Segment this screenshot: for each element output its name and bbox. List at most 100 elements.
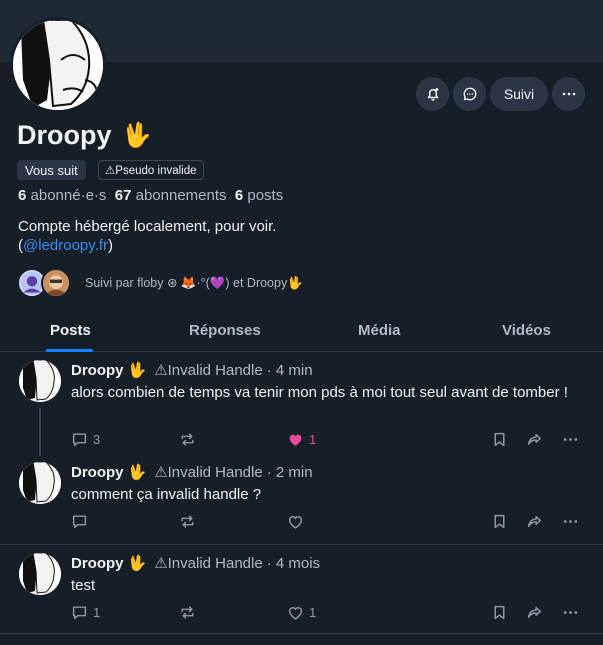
droopy-avatar-image	[13, 20, 103, 110]
reply-icon	[72, 515, 87, 529]
tab-media[interactable]: Média	[358, 322, 401, 339]
follow-button[interactable]: Suivi	[490, 77, 548, 111]
share-icon	[527, 606, 542, 619]
bookmark-button[interactable]	[491, 431, 508, 448]
repost-icon	[181, 515, 194, 528]
profile-stats: 6 abonné·e·s 67 abonnements 6 posts	[18, 187, 283, 204]
post-text: test	[71, 577, 96, 594]
repost-button[interactable]	[179, 513, 196, 530]
reply-button[interactable]	[71, 513, 93, 530]
thread-line	[39, 408, 41, 456]
post-actions: 1 1	[71, 604, 583, 624]
more-icon	[562, 92, 575, 96]
post-actions: 3 1	[71, 431, 583, 451]
bookmark-icon	[494, 605, 505, 620]
post-author[interactable]: Droopy	[71, 362, 124, 379]
more-options-button[interactable]	[552, 77, 585, 111]
heart-icon	[288, 516, 303, 529]
like-count: 1	[309, 605, 317, 620]
post-text: comment ça invalid handle ?	[71, 486, 262, 503]
post-time[interactable]: · 2 min	[267, 464, 313, 481]
post-handle[interactable]: ⚠Invalid Handle	[154, 361, 263, 379]
droopy-avatar-image	[19, 360, 61, 402]
repost-button[interactable]	[179, 604, 196, 621]
share-icon	[527, 433, 542, 446]
post-handle[interactable]: ⚠Invalid Handle	[154, 554, 263, 572]
bell-plus-icon	[427, 88, 438, 101]
follows-you-badge: Vous suit	[17, 160, 86, 180]
droopy-avatar-image	[19, 462, 61, 504]
followers-stat[interactable]: 6 abonné·e·s	[18, 187, 106, 204]
post-more-button[interactable]	[562, 513, 579, 530]
follows-you-badge-label: Vous suit	[25, 162, 78, 178]
post-text: alors combien de temps va tenir mon pds …	[71, 384, 568, 401]
author-emoji: 🖖	[127, 464, 147, 481]
repost-button[interactable]	[179, 431, 196, 448]
post-divider	[0, 544, 603, 545]
post-header: Droopy 🖖 ⚠Invalid Handle · 4 min	[71, 361, 313, 380]
tab-replies[interactable]: Réponses	[189, 322, 261, 339]
post-handle[interactable]: ⚠Invalid Handle	[154, 463, 263, 481]
reply-count: 1	[93, 605, 101, 620]
tab-posts[interactable]: Posts	[50, 322, 91, 339]
followers-label: abonné·e·s	[30, 187, 107, 204]
post-author[interactable]: Droopy	[71, 464, 124, 481]
following-stat[interactable]: 67 abonnements	[115, 187, 227, 204]
like-button[interactable]: 1	[287, 431, 316, 448]
share-button[interactable]	[526, 604, 543, 621]
bookmark-icon	[494, 514, 505, 529]
reply-button[interactable]: 3	[71, 431, 100, 448]
more-icon	[563, 520, 578, 523]
like-button[interactable]	[287, 513, 309, 530]
bookmark-button[interactable]	[491, 513, 508, 530]
notify-button[interactable]	[416, 77, 449, 111]
post-avatar[interactable]	[19, 360, 61, 402]
post-more-button[interactable]	[562, 604, 579, 621]
post-avatar[interactable]	[19, 462, 61, 504]
more-icon	[563, 438, 578, 441]
post-more-button[interactable]	[562, 431, 579, 448]
active-tab-indicator	[46, 349, 93, 352]
bio-paren-close: )	[107, 237, 113, 254]
post-time[interactable]: · 4 min	[267, 362, 313, 379]
profile-display-name: Droopy 🖖	[17, 120, 151, 151]
invalid-handle-badge[interactable]: ⚠Pseudo invalide	[98, 160, 204, 180]
more-icon	[563, 611, 578, 614]
share-icon	[527, 515, 542, 528]
post-header: Droopy 🖖 ⚠Invalid Handle · 2 min	[71, 463, 313, 482]
post-time[interactable]: · 4 mois	[267, 555, 320, 572]
share-button[interactable]	[526, 513, 543, 530]
post-avatar[interactable]	[19, 553, 61, 595]
share-button[interactable]	[526, 431, 543, 448]
followed-by-text[interactable]: Suivi par floby ⊛ 🦊·°(💜) et Droopy🖖	[85, 275, 303, 291]
tab-videos[interactable]: Vidéos	[502, 322, 551, 339]
bookmark-button[interactable]	[491, 604, 508, 621]
follower-avatar-droopy	[41, 268, 71, 298]
like-button[interactable]: 1	[287, 604, 316, 621]
message-button[interactable]	[453, 77, 486, 111]
post-author[interactable]: Droopy	[71, 555, 124, 572]
like-count: 1	[309, 432, 317, 447]
heart-icon	[288, 607, 303, 620]
reply-icon	[72, 606, 87, 620]
repost-icon	[181, 606, 194, 619]
profile-tabs: Posts Réponses Média Vidéos	[0, 310, 603, 352]
heart-filled-icon	[289, 434, 302, 446]
reply-count: 3	[93, 432, 101, 447]
profile-avatar[interactable]	[10, 17, 106, 113]
posts-count: 6	[234, 187, 244, 204]
bookmark-icon	[494, 432, 505, 447]
droopy-avatar-image	[19, 553, 61, 595]
post-header: Droopy 🖖 ⚠Invalid Handle · 4 mois	[71, 554, 320, 573]
display-name-text: Droopy	[17, 120, 112, 150]
name-emoji: 🖖	[121, 122, 152, 149]
following-count: 67	[114, 187, 132, 204]
bio-link[interactable]: @ledroopy.fr	[23, 237, 108, 254]
post-actions	[71, 513, 583, 533]
reply-button[interactable]: 1	[71, 604, 100, 621]
repost-icon	[181, 433, 194, 446]
reply-icon	[72, 433, 87, 447]
follow-button-label: Suivi	[503, 86, 535, 102]
invalid-handle-badge-label: ⚠Pseudo invalide	[105, 165, 197, 177]
followed-by-avatars[interactable]	[17, 268, 71, 298]
